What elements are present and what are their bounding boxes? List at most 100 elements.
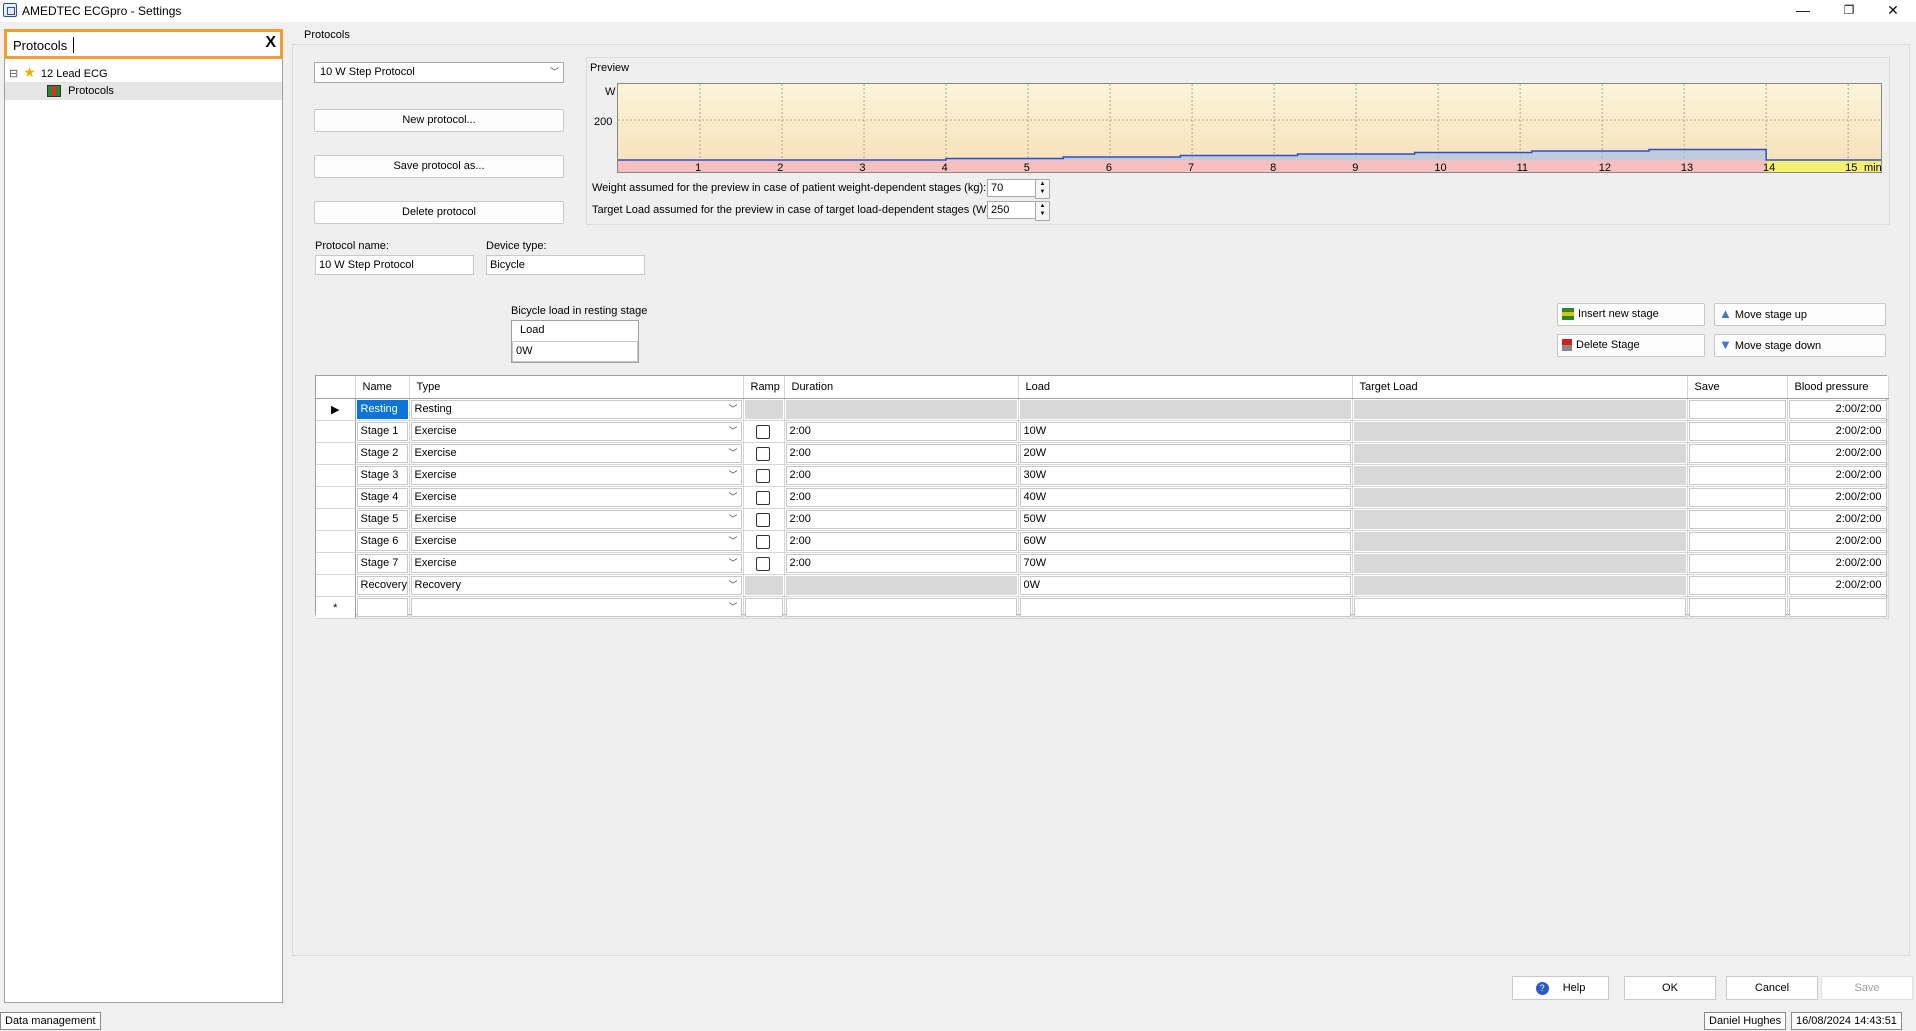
duration-cell[interactable]: 2:00 [784,464,1019,487]
stage-duration[interactable]: 2:00 [785,488,1017,507]
insert-stage-button[interactable]: Insert new stage [1557,303,1705,326]
table-row[interactable]: Stage 2 Exercise ﹀ 2:00 20W 2:00/2:00 [316,442,1889,465]
table-row[interactable]: Stage 3 Exercise ﹀ 2:00 30W 2:00/2:00 [316,464,1889,487]
load-cell[interactable]: 10W [1018,420,1353,443]
save-cell[interactable] [1687,530,1788,553]
stage-name[interactable]: Stage 7 [356,554,408,573]
save-cell[interactable] [1687,464,1788,487]
stage-name[interactable]: Stage 3 [356,466,408,485]
new-row-input[interactable] [356,598,408,617]
blood-pressure-cell[interactable]: 2:00/2:00 [1787,420,1889,443]
minimize-button[interactable]: — [1780,0,1826,22]
stage-save[interactable] [1688,532,1786,551]
type-cell[interactable]: Exercise ﹀ [409,420,744,443]
row-header[interactable] [316,442,356,465]
stage-save[interactable] [1688,554,1786,573]
protocol-select[interactable]: 10 W Step Protocol ﹀ [314,62,564,83]
new-row-input[interactable]: ﹀ [410,598,742,617]
stage-type-select[interactable]: Exercise ﹀ [410,488,742,507]
stage-load[interactable]: 60W [1019,532,1351,551]
restore-button[interactable]: ❐ [1826,0,1872,22]
new-row-cell[interactable] [743,596,785,619]
stage-blood-pressure[interactable]: 2:00/2:00 [1788,554,1887,573]
save-button[interactable]: Save [1821,976,1913,1000]
blood-pressure-cell[interactable]: 2:00/2:00 [1787,486,1889,509]
column-header-blood-pressure[interactable]: Blood pressure [1787,376,1889,399]
table-row[interactable]: Stage 7 Exercise ﹀ 2:00 70W 2:00/2:00 [316,552,1889,575]
stage-blood-pressure[interactable]: 2:00/2:00 [1788,488,1887,507]
new-row-marker[interactable]: * [316,596,356,619]
ramp-checkbox[interactable] [755,425,770,439]
stage-duration[interactable]: 2:00 [785,510,1017,529]
stage-type-select[interactable]: Resting ﹀ [410,400,742,419]
duration-cell[interactable]: 2:00 [784,508,1019,531]
name-cell[interactable]: Recovery [355,574,410,597]
duration-cell[interactable]: 2:00 [784,552,1019,575]
row-header[interactable] [316,574,356,597]
blood-pressure-cell[interactable]: 2:00/2:00 [1787,398,1889,421]
stage-type-select[interactable]: Exercise ﹀ [410,466,742,485]
new-row-input[interactable] [1788,598,1887,617]
stage-blood-pressure[interactable]: 2:00/2:00 [1788,466,1887,485]
cancel-button[interactable]: Cancel [1726,976,1818,1000]
save-cell[interactable] [1687,420,1788,443]
stage-blood-pressure[interactable]: 2:00/2:00 [1788,444,1887,463]
stage-save[interactable] [1688,422,1786,441]
name-cell[interactable]: Resting [355,398,410,421]
help-button[interactable]: ? Help [1512,976,1609,1000]
ok-button[interactable]: OK [1624,976,1716,1000]
ramp-checkbox[interactable] [755,491,770,505]
delete-stage-button[interactable]: Delete Stage [1557,334,1705,357]
collapse-icon[interactable]: ⊟ [9,68,18,80]
new-row-cell[interactable] [1018,596,1353,619]
column-header-name[interactable]: Name [355,376,410,399]
name-cell[interactable]: Stage 1 [355,420,410,443]
type-cell[interactable]: Resting ﹀ [409,398,744,421]
save-protocol-as-button[interactable]: Save protocol as... [314,155,564,178]
stage-load[interactable]: 50W [1019,510,1351,529]
load-cell[interactable]: 30W [1018,464,1353,487]
stage-duration[interactable]: 2:00 [785,466,1017,485]
name-cell[interactable]: Stage 2 [355,442,410,465]
stage-type-select[interactable]: Exercise ﹀ [410,532,742,551]
ramp-cell[interactable] [743,420,785,443]
new-row-cell[interactable] [1687,596,1788,619]
table-row[interactable]: Recovery Recovery ﹀ 0W 2:00/2:00 [316,574,1889,597]
save-cell[interactable] [1687,574,1788,597]
row-header[interactable]: ▶ [316,398,356,421]
duration-cell[interactable]: 2:00 [784,530,1019,553]
table-row[interactable]: Stage 1 Exercise ﹀ 2:00 10W 2:00/2:00 [316,420,1889,443]
stage-name[interactable]: Stage 6 [356,532,408,551]
type-cell[interactable]: Recovery ﹀ [409,574,744,597]
stage-blood-pressure[interactable]: 2:00/2:00 [1788,576,1887,595]
tree-item-12-lead-ecg[interactable]: ⊟ ★ 12 Lead ECG [9,63,281,81]
duration-cell[interactable] [784,398,1019,421]
stage-duration[interactable] [785,576,1017,595]
new-table-row[interactable]: * ﹀ [316,596,1889,619]
stage-type-select[interactable]: Recovery ﹀ [410,576,742,595]
resting-load-input[interactable]: 0W [512,341,638,362]
search-box[interactable]: Protocols X [4,29,283,59]
type-cell[interactable]: Exercise ﹀ [409,552,744,575]
save-cell[interactable] [1687,486,1788,509]
row-header[interactable] [316,486,356,509]
stage-save[interactable] [1688,400,1786,419]
stage-save[interactable] [1688,466,1786,485]
ramp-cell[interactable] [743,552,785,575]
column-header-save[interactable]: Save [1687,376,1788,399]
save-cell[interactable] [1687,552,1788,575]
blood-pressure-cell[interactable]: 2:00/2:00 [1787,464,1889,487]
duration-cell[interactable]: 2:00 [784,486,1019,509]
table-row[interactable]: ▶ Resting Resting ﹀ 2:00/2:00 [316,398,1889,421]
duration-cell[interactable]: 2:00 [784,420,1019,443]
stage-duration[interactable]: 2:00 [785,532,1017,551]
save-cell[interactable] [1687,442,1788,465]
stage-save[interactable] [1688,510,1786,529]
stage-duration[interactable]: 2:00 [785,554,1017,573]
move-down-button[interactable]: ▼ Move stage down [1714,334,1886,357]
load-cell[interactable]: 50W [1018,508,1353,531]
row-header[interactable] [316,420,356,443]
stage-load[interactable]: 40W [1019,488,1351,507]
blood-pressure-cell[interactable]: 2:00/2:00 [1787,442,1889,465]
ramp-checkbox[interactable] [755,513,770,527]
